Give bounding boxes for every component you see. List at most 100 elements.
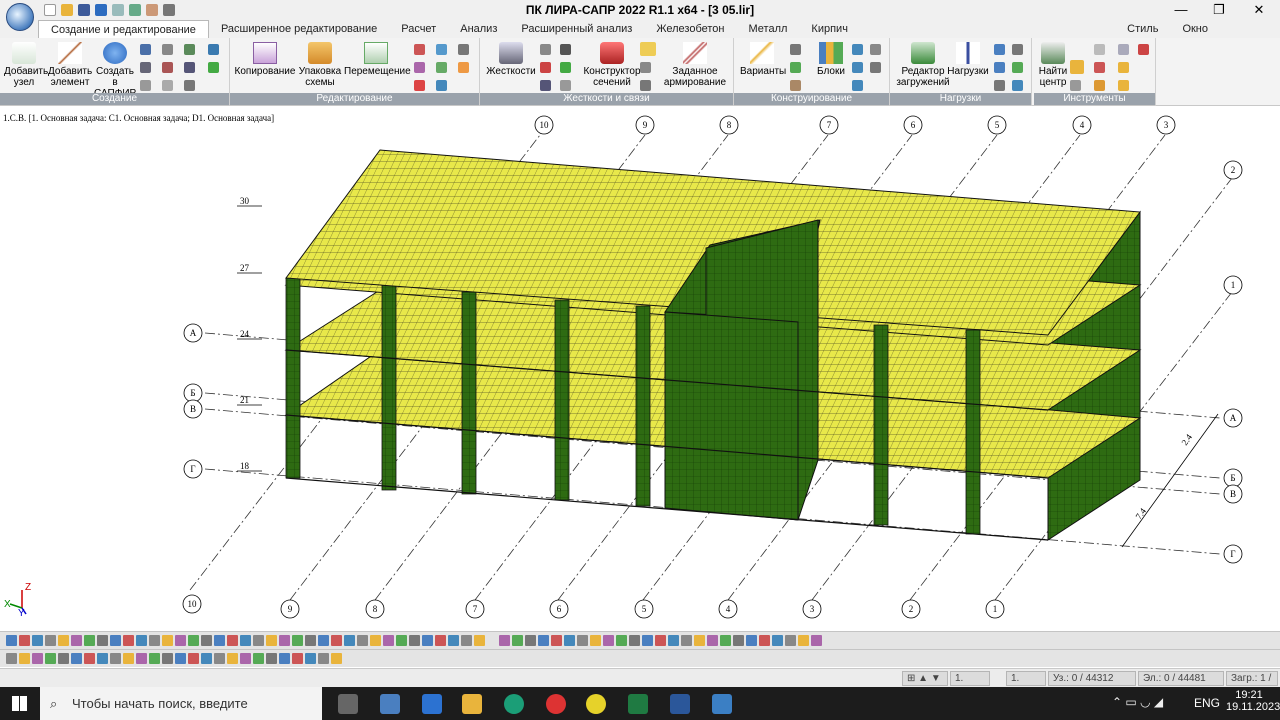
tb1-tool-icon[interactable] xyxy=(525,635,536,646)
tb1-tool-icon[interactable] xyxy=(201,635,212,646)
tb1-tool-icon[interactable] xyxy=(84,635,95,646)
load-dynamic-icon[interactable] xyxy=(994,80,1005,91)
tb1-tool-icon[interactable] xyxy=(292,635,303,646)
check-icon[interactable] xyxy=(1094,62,1105,73)
app-spiral-icon[interactable] xyxy=(586,694,606,714)
cut-icon[interactable] xyxy=(414,80,425,91)
tb1-tool-icon[interactable] xyxy=(123,635,134,646)
tb2-tool-icon[interactable] xyxy=(149,653,160,664)
column-icon[interactable] xyxy=(790,62,801,73)
tab-metal[interactable]: Металл xyxy=(737,20,800,38)
tab-create-edit[interactable]: Создание и редактирование xyxy=(38,20,209,38)
load-editor-button[interactable]: Редактор загружений xyxy=(894,42,952,88)
tb1-tool-icon[interactable] xyxy=(564,635,575,646)
pack-scheme-button[interactable]: Упаковка схемы xyxy=(296,42,344,88)
app-sapr-icon[interactable] xyxy=(712,694,732,714)
load-plate-icon[interactable] xyxy=(994,62,1005,73)
tb1-tool-icon[interactable] xyxy=(733,635,744,646)
tb1-tool-icon[interactable] xyxy=(19,635,30,646)
tb2-tool-icon[interactable] xyxy=(227,653,238,664)
tb1-tool-icon[interactable] xyxy=(253,635,264,646)
tb1-tool-icon[interactable] xyxy=(785,635,796,646)
shell-icon[interactable] xyxy=(208,44,219,55)
tb1-tool-icon[interactable] xyxy=(681,635,692,646)
tb1-tool-icon[interactable] xyxy=(58,635,69,646)
rotate-icon[interactable] xyxy=(458,44,469,55)
tb1-tool-icon[interactable] xyxy=(590,635,601,646)
tb1-tool-icon[interactable] xyxy=(149,635,160,646)
tb1-tool-icon[interactable] xyxy=(642,635,653,646)
windows-start-icon[interactable] xyxy=(12,696,27,711)
view-nav-control[interactable]: ⊞ ▲ ▼ xyxy=(902,671,948,686)
rigid-link-icon[interactable] xyxy=(560,62,571,73)
tb1-tool-icon[interactable] xyxy=(655,635,666,646)
tb1-tool-icon[interactable] xyxy=(136,635,147,646)
load-table-icon[interactable] xyxy=(1012,62,1023,73)
app-calculator-icon[interactable] xyxy=(422,694,442,714)
rc-icon[interactable] xyxy=(870,62,881,73)
tb1-tool-icon[interactable] xyxy=(383,635,394,646)
tb1-tool-icon[interactable] xyxy=(512,635,523,646)
node-table-icon[interactable] xyxy=(140,62,151,73)
mirror-icon[interactable] xyxy=(436,44,447,55)
array-icon[interactable] xyxy=(436,62,447,73)
grid-icon[interactable] xyxy=(140,44,151,55)
tab-advanced-edit[interactable]: Расширенное редактирование xyxy=(209,20,389,38)
tb1-tool-icon[interactable] xyxy=(32,635,43,646)
app-logo-icon[interactable] xyxy=(6,3,34,31)
tb1-tool-icon[interactable] xyxy=(227,635,238,646)
frame-icon[interactable] xyxy=(162,44,173,55)
load-combo-icon[interactable] xyxy=(1012,80,1023,91)
settings-icon[interactable] xyxy=(1138,44,1149,55)
tb1-tool-icon[interactable] xyxy=(71,635,82,646)
filter-icon[interactable] xyxy=(436,80,447,91)
tab-calculation[interactable]: Расчет xyxy=(389,20,448,38)
tb1-tool-icon[interactable] xyxy=(720,635,731,646)
load-node-icon[interactable] xyxy=(994,44,1005,55)
blocks-button[interactable]: Блоки xyxy=(814,42,848,77)
selection-1-select[interactable]: 1. xyxy=(950,671,990,686)
find-center-button[interactable]: Найти центр xyxy=(1036,42,1070,88)
close-button[interactable]: ✕ xyxy=(1240,0,1278,20)
selection-2-select[interactable]: 1. xyxy=(1006,671,1046,686)
misc-icon[interactable] xyxy=(162,80,173,91)
tb1-tool-icon[interactable] xyxy=(435,635,446,646)
loads-button[interactable]: Нагрузки xyxy=(946,42,990,77)
app-word-icon[interactable] xyxy=(670,694,690,714)
tb2-tool-icon[interactable] xyxy=(214,653,225,664)
tb2-tool-icon[interactable] xyxy=(331,653,342,664)
tb1-tool-icon[interactable] xyxy=(97,635,108,646)
tb1-tool-icon[interactable] xyxy=(240,635,251,646)
stretch-icon[interactable] xyxy=(414,62,425,73)
app-lira-icon[interactable] xyxy=(338,694,358,714)
tb1-tool-icon[interactable] xyxy=(6,635,17,646)
tb2-tool-icon[interactable] xyxy=(97,653,108,664)
tb2-tool-icon[interactable] xyxy=(253,653,264,664)
create-sapfir-button[interactable]: Создать вСАПФИР xyxy=(94,42,136,99)
tb1-tool-icon[interactable] xyxy=(331,635,342,646)
tb1-tool-icon[interactable] xyxy=(396,635,407,646)
tb1-tool-icon[interactable] xyxy=(499,635,510,646)
tab-analysis[interactable]: Анализ xyxy=(448,20,509,38)
tb1-tool-icon[interactable] xyxy=(772,635,783,646)
tb1-tool-icon[interactable] xyxy=(474,635,485,646)
tb2-tool-icon[interactable] xyxy=(305,653,316,664)
tb2-tool-icon[interactable] xyxy=(84,653,95,664)
model-viewport[interactable]: 30 27 24 21 18 2.4 7.4 10 9 8 7 6 5 4 3 … xyxy=(0,108,1280,630)
info-icon[interactable] xyxy=(1094,80,1105,91)
tb1-tool-icon[interactable] xyxy=(759,635,770,646)
tb1-tool-icon[interactable] xyxy=(629,635,640,646)
tb1-tool-icon[interactable] xyxy=(279,635,290,646)
tb2-tool-icon[interactable] xyxy=(318,653,329,664)
steel-icon[interactable] xyxy=(852,44,863,55)
tab-brick[interactable]: Кирпич xyxy=(799,20,860,38)
tb1-tool-icon[interactable] xyxy=(811,635,822,646)
app-yandex-icon[interactable] xyxy=(546,694,566,714)
language-indicator[interactable]: ENG xyxy=(1194,696,1220,710)
mesh-icon[interactable] xyxy=(184,62,195,73)
tb2-tool-icon[interactable] xyxy=(110,653,121,664)
tb2-tool-icon[interactable] xyxy=(32,653,43,664)
tb2-tool-icon[interactable] xyxy=(123,653,134,664)
tb1-tool-icon[interactable] xyxy=(668,635,679,646)
tb1-tool-icon[interactable] xyxy=(409,635,420,646)
